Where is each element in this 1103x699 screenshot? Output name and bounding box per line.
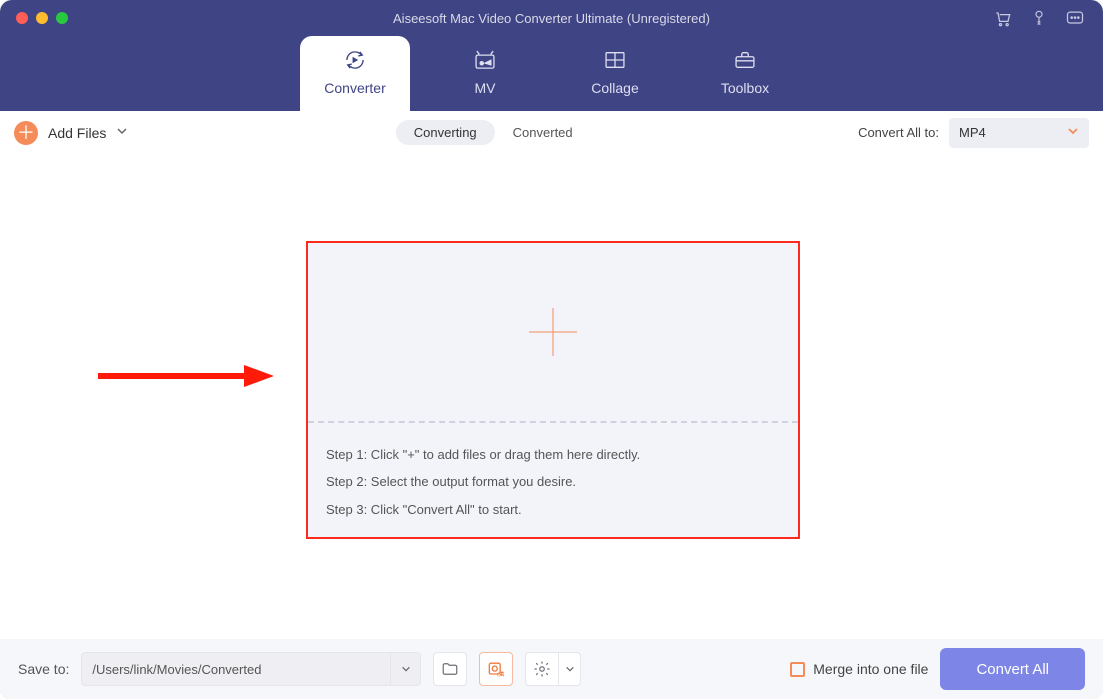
status-segment: Converting Converted	[396, 120, 591, 145]
key-icon[interactable]	[1029, 8, 1049, 28]
step-2-text: Step 2: Select the output format you des…	[326, 468, 780, 495]
window-controls	[0, 12, 68, 24]
step-3-text: Step 3: Click "Convert All" to start.	[326, 496, 780, 523]
chevron-down-icon	[1067, 124, 1079, 142]
segment-converted[interactable]: Converted	[495, 120, 591, 145]
toolbox-icon	[731, 46, 759, 74]
add-files-label: Add Files	[48, 125, 106, 141]
checkbox-icon	[790, 662, 805, 677]
save-to-label: Save to:	[18, 661, 69, 677]
output-format-value: MP4	[959, 125, 1067, 140]
output-format-select[interactable]: MP4	[949, 118, 1089, 148]
tab-mv[interactable]: MV	[430, 36, 540, 111]
tab-collage-label: Collage	[591, 80, 638, 96]
cart-icon[interactable]	[993, 8, 1013, 28]
mv-icon	[471, 46, 499, 74]
segment-converting[interactable]: Converting	[396, 120, 495, 145]
main-area: Step 1: Click "+" to add files or drag t…	[0, 155, 1103, 639]
nav-tabs: Converter MV Collage Toolbox	[300, 36, 800, 111]
save-path-field[interactable]: /Users/link/Movies/Converted	[81, 652, 391, 686]
merge-checkbox[interactable]: Merge into one file	[790, 661, 928, 677]
tab-toolbox[interactable]: Toolbox	[690, 36, 800, 111]
plus-circle-icon: ＋	[14, 121, 38, 145]
collage-icon	[601, 46, 629, 74]
convert-all-button[interactable]: Convert All	[940, 648, 1085, 690]
drop-zone[interactable]: Step 1: Click "+" to add files or drag t…	[306, 241, 800, 539]
convert-all-to-label: Convert All to:	[858, 125, 939, 140]
maximize-window-button[interactable]	[56, 12, 68, 24]
plus-icon	[529, 308, 577, 356]
converter-icon	[341, 46, 369, 74]
tab-mv-label: MV	[475, 80, 496, 96]
toolbar: ＋ Add Files Converting Converted Convert…	[0, 111, 1103, 155]
open-folder-button[interactable]	[433, 652, 467, 686]
tab-converter[interactable]: Converter	[300, 36, 410, 111]
add-files-button[interactable]: ＋ Add Files	[14, 121, 106, 145]
gpu-accel-button[interactable]: ON	[479, 652, 513, 686]
settings-group	[525, 652, 581, 686]
annotation-arrow-icon	[96, 363, 276, 389]
settings-dropdown[interactable]	[559, 652, 581, 686]
drop-zone-plus-area[interactable]	[308, 243, 798, 421]
nav-strip: Converter MV Collage Toolbox	[0, 36, 1103, 111]
convert-all-to-group: Convert All to: MP4	[858, 118, 1089, 148]
minimize-window-button[interactable]	[36, 12, 48, 24]
settings-button[interactable]	[525, 652, 559, 686]
step-1-text: Step 1: Click "+" to add files or drag t…	[326, 441, 780, 468]
titlebar: Aiseesoft Mac Video Converter Ultimate (…	[0, 0, 1103, 36]
bottom-bar: Save to: /Users/link/Movies/Converted ON…	[0, 639, 1103, 699]
tab-toolbox-label: Toolbox	[721, 80, 769, 96]
instruction-steps: Step 1: Click "+" to add files or drag t…	[308, 423, 798, 533]
feedback-icon[interactable]	[1065, 8, 1085, 28]
tab-collage[interactable]: Collage	[560, 36, 670, 111]
merge-label: Merge into one file	[813, 661, 928, 677]
svg-text:ON: ON	[497, 673, 505, 679]
tab-converter-label: Converter	[324, 80, 385, 96]
save-path-dropdown[interactable]	[391, 652, 421, 686]
add-files-dropdown[interactable]	[116, 124, 128, 142]
titlebar-actions	[993, 8, 1103, 28]
close-window-button[interactable]	[16, 12, 28, 24]
window-title: Aiseesoft Mac Video Converter Ultimate (…	[0, 11, 1103, 26]
app-window: Aiseesoft Mac Video Converter Ultimate (…	[0, 0, 1103, 699]
